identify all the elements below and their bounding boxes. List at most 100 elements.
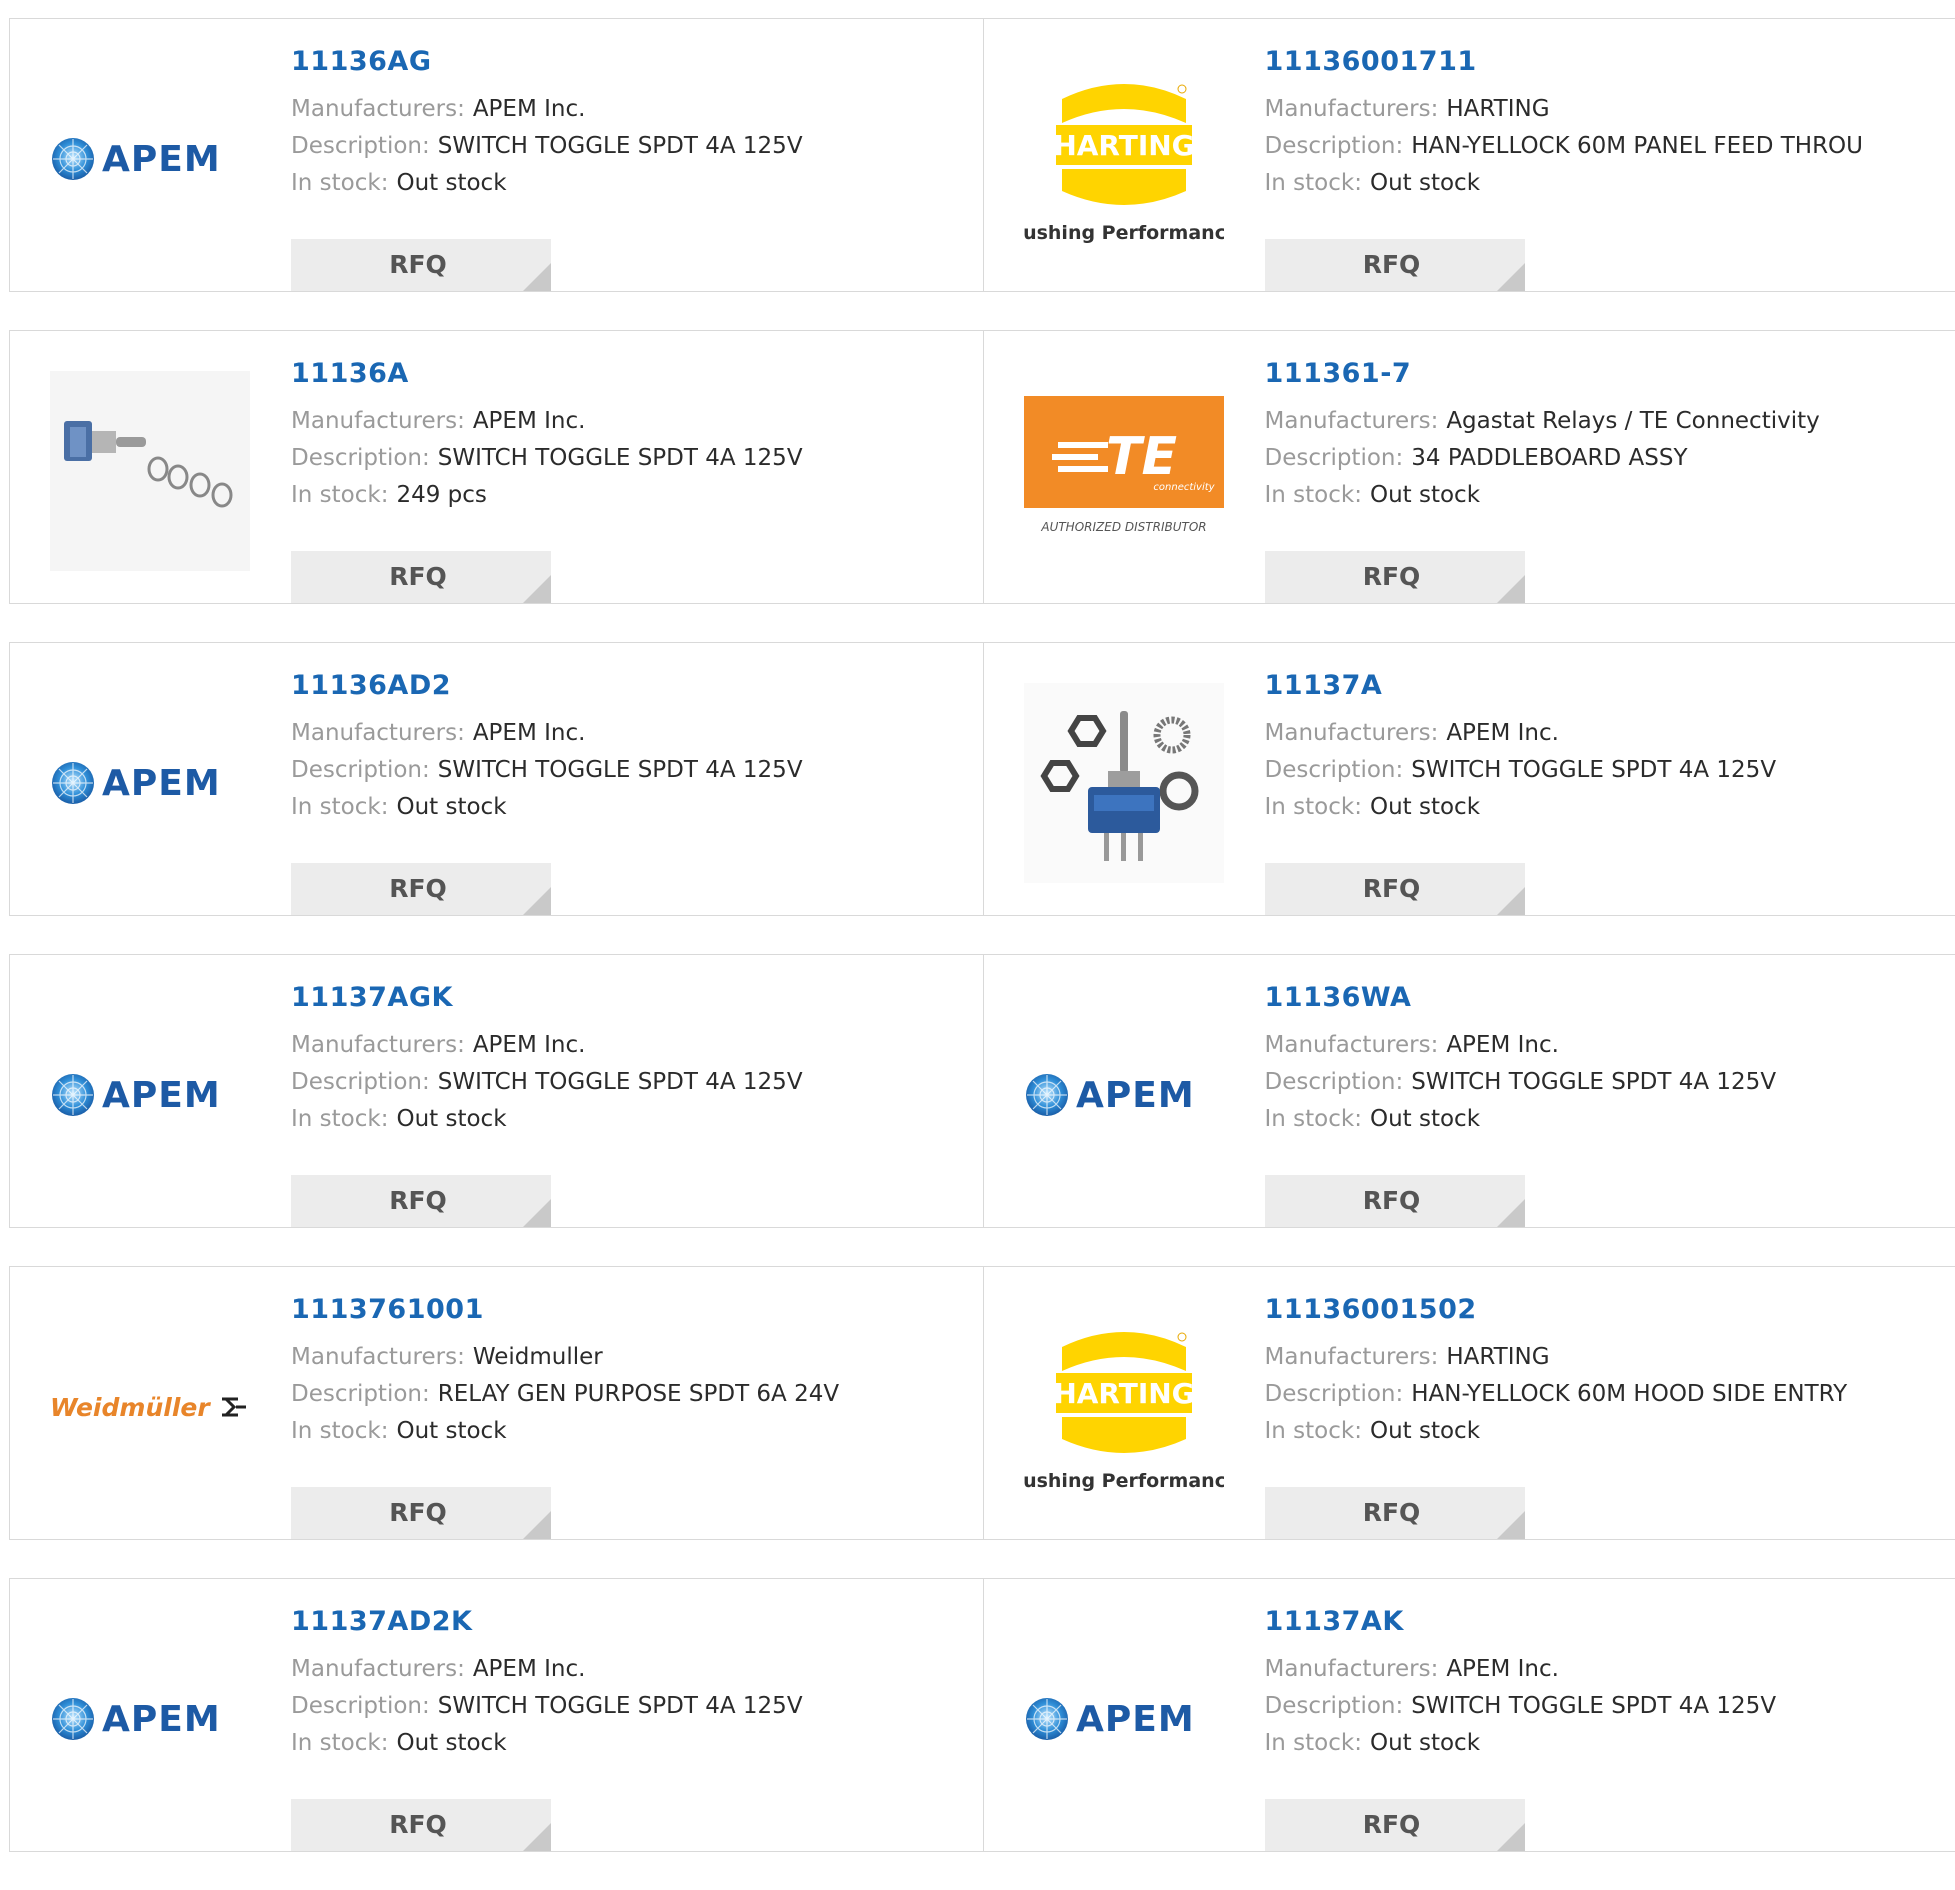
manufacturer-value: HARTING: [1446, 96, 1549, 122]
manufacturer-logo[interactable]: APEM: [50, 59, 250, 259]
product-card: APEM 11136AG Manufacturers:APEM Inc. Des…: [10, 19, 983, 291]
product-row: 11136A Manufacturers:APEM Inc. Descripti…: [9, 330, 1955, 604]
rfq-button[interactable]: RFQ: [1265, 863, 1525, 915]
corner-triangle-icon: [523, 263, 551, 291]
manufacturer-logo[interactable]: HARTING Pushing Performance: [1024, 1307, 1224, 1507]
manufacturer-logo[interactable]: APEM: [50, 995, 250, 1195]
description-label: Description:: [291, 1381, 430, 1407]
product-row: Weidmüller 1113761001 Manufacturers:Weid…: [9, 1266, 1955, 1540]
rfq-button[interactable]: RFQ: [1265, 1487, 1525, 1539]
corner-triangle-icon: [1497, 263, 1525, 291]
svg-text:Pushing Performance: Pushing Performance: [1024, 222, 1224, 244]
rfq-button-label: RFQ: [1363, 1810, 1421, 1839]
manufacturer-logo[interactable]: TE connectivity AUTHORIZED DISTRIBUTOR: [1024, 371, 1224, 571]
manufacturer-logo[interactable]: APEM: [50, 683, 250, 883]
svg-text:APEM: APEM: [102, 1075, 221, 1116]
rfq-button-label: RFQ: [1363, 874, 1421, 903]
product-card: APEM 11136WA Manufacturers:APEM Inc. Des…: [983, 955, 1955, 1227]
stock-value: Out stock: [1370, 1730, 1480, 1756]
stock-label: In stock:: [291, 170, 388, 196]
description-label: Description:: [1265, 1381, 1404, 1407]
stock-label: In stock:: [1265, 794, 1362, 820]
apem-logo: APEM: [50, 1065, 250, 1125]
manufacturer-logo[interactable]: APEM: [50, 1619, 250, 1819]
manufacturer-label: Manufacturers:: [291, 1344, 465, 1370]
description-label: Description:: [291, 133, 430, 159]
stock-label: In stock:: [291, 1418, 388, 1444]
description-line: Description:SWITCH TOGGLE SPDT 4A 125V: [291, 440, 803, 477]
manufacturer-logo[interactable]: [50, 371, 250, 571]
part-number-link[interactable]: 11136WA: [1265, 983, 1777, 1013]
manufacturer-label: Manufacturers:: [1265, 1656, 1439, 1682]
stock-label: In stock:: [1265, 482, 1362, 508]
rfq-button[interactable]: RFQ: [291, 1175, 551, 1227]
manufacturer-logo[interactable]: APEM: [1024, 995, 1224, 1195]
part-number-link[interactable]: 11136001502: [1265, 1295, 1848, 1325]
manufacturer-logo[interactable]: HARTING Pushing Performance: [1024, 59, 1224, 259]
product-info: 11136A Manufacturers:APEM Inc. Descripti…: [291, 359, 803, 514]
description-label: Description:: [291, 445, 430, 471]
part-number-link[interactable]: 11137AK: [1265, 1607, 1777, 1637]
part-number-link[interactable]: 11136AG: [291, 47, 803, 77]
manufacturer-label: Manufacturers:: [291, 1032, 465, 1058]
rfq-button[interactable]: RFQ: [291, 551, 551, 603]
svg-text:connectivity: connectivity: [1153, 482, 1215, 493]
description-label: Description:: [1265, 445, 1404, 471]
manufacturer-value: Agastat Relays / TE Connectivity: [1446, 408, 1819, 434]
part-number-link[interactable]: 11137AD2K: [291, 1607, 803, 1637]
stock-line: In stock:Out stock: [1265, 165, 1864, 202]
stock-line: In stock: Out stock: [291, 165, 803, 202]
rfq-button-label: RFQ: [389, 1810, 447, 1839]
part-number-link[interactable]: 111361-7: [1265, 359, 1820, 389]
part-number-link[interactable]: 1113761001: [291, 1295, 839, 1325]
stock-value: Out stock: [1370, 170, 1480, 196]
manufacturer-value: HARTING: [1446, 1344, 1549, 1370]
svg-text:APEM: APEM: [102, 763, 221, 804]
manufacturer-value: APEM Inc.: [473, 96, 586, 122]
part-number-link[interactable]: 11137A: [1265, 671, 1777, 701]
product-card: Weidmüller 1113761001 Manufacturers:Weid…: [10, 1267, 983, 1539]
rfq-button[interactable]: RFQ: [291, 863, 551, 915]
description-line: Description:SWITCH TOGGLE SPDT 4A 125V: [1265, 1064, 1777, 1101]
manufacturer-line: Manufacturers:APEM Inc.: [291, 715, 803, 752]
svg-text:APEM: APEM: [1076, 1699, 1195, 1740]
stock-value: Out stock: [396, 170, 506, 196]
part-number-link[interactable]: 11137AGK: [291, 983, 803, 1013]
part-number-link[interactable]: 11136A: [291, 359, 803, 389]
corner-triangle-icon: [523, 1511, 551, 1539]
product-card: TE connectivity AUTHORIZED DISTRIBUTOR 1…: [983, 331, 1955, 603]
manufacturer-logo[interactable]: APEM: [1024, 1619, 1224, 1819]
rfq-button[interactable]: RFQ: [291, 1487, 551, 1539]
corner-triangle-icon: [1497, 1199, 1525, 1227]
manufacturer-label: Manufacturers:: [1265, 1032, 1439, 1058]
manufacturer-line: Manufacturers:HARTING: [1265, 91, 1864, 128]
rfq-button[interactable]: RFQ: [1265, 1799, 1525, 1851]
manufacturer-line: Manufacturers:APEM Inc.: [291, 91, 803, 128]
stock-line: In stock:Out stock: [1265, 1413, 1848, 1450]
rfq-button[interactable]: RFQ: [291, 239, 551, 291]
svg-text:Pushing Performance: Pushing Performance: [1024, 1470, 1224, 1492]
rfq-button-label: RFQ: [1363, 250, 1421, 279]
part-number-link[interactable]: 11136001711: [1265, 47, 1864, 77]
manufacturer-label: Manufacturers:: [291, 720, 465, 746]
svg-text:APEM: APEM: [102, 1699, 221, 1740]
stock-label: In stock:: [291, 1730, 388, 1756]
rfq-button[interactable]: RFQ: [1265, 239, 1525, 291]
rfq-button[interactable]: RFQ: [1265, 1175, 1525, 1227]
part-number-link[interactable]: 11136AD2: [291, 671, 803, 701]
manufacturer-value: APEM Inc.: [1446, 720, 1559, 746]
manufacturer-logo[interactable]: Weidmüller: [50, 1307, 250, 1507]
stock-value: Out stock: [1370, 1106, 1480, 1132]
svg-text:AUTHORIZED DISTRIBUTOR: AUTHORIZED DISTRIBUTOR: [1040, 520, 1206, 534]
stock-line: In stock:249 pcs: [291, 477, 803, 514]
description-value: SWITCH TOGGLE SPDT 4A 125V: [1411, 757, 1776, 783]
rfq-button[interactable]: RFQ: [1265, 551, 1525, 603]
corner-triangle-icon: [523, 575, 551, 603]
stock-value: Out stock: [1370, 794, 1480, 820]
stock-line: In stock:Out stock: [1265, 1725, 1777, 1762]
rfq-button[interactable]: RFQ: [291, 1799, 551, 1851]
svg-text:APEM: APEM: [102, 139, 221, 180]
description-line: Description:RELAY GEN PURPOSE SPDT 6A 24…: [291, 1376, 839, 1413]
apem-logo: APEM: [50, 129, 250, 189]
manufacturer-logo[interactable]: [1024, 683, 1224, 883]
